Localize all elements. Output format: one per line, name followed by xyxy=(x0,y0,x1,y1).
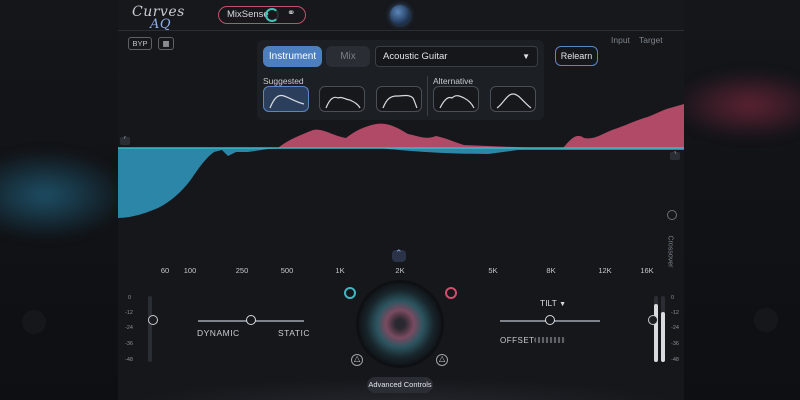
meter-scale-label: -24 xyxy=(125,325,133,331)
caret-down-icon: ▼ xyxy=(559,301,567,308)
tilt-select[interactable]: TILT ▼ xyxy=(540,298,566,308)
meter-fill xyxy=(654,304,658,362)
right-backdrop xyxy=(670,0,800,400)
boost-toggle-button[interactable] xyxy=(445,287,457,299)
meter-scale-label: -24 xyxy=(671,325,679,331)
tilt-label: TILT xyxy=(540,298,557,308)
input-gain-meter xyxy=(148,296,152,362)
profile-alternative-1[interactable] xyxy=(433,86,479,112)
freq-label: 5K xyxy=(488,266,498,275)
profile-curve-icon xyxy=(382,94,418,109)
profile-curve-icon xyxy=(496,93,532,109)
tab-mix[interactable]: Mix xyxy=(326,46,370,67)
cut-curve-area xyxy=(118,148,684,218)
freq-label: 250 xyxy=(235,266,249,275)
profile-curve-icon xyxy=(439,95,475,109)
expand-button[interactable]: ⌃ xyxy=(392,248,406,262)
dynamic-static-thumb[interactable] xyxy=(246,315,256,325)
left-backdrop xyxy=(0,0,130,400)
mixsense-knob[interactable] xyxy=(265,8,279,22)
freq-label: 12K xyxy=(598,266,612,275)
profile-alternative-2[interactable] xyxy=(490,86,536,112)
meter-scale-label: -48 xyxy=(125,357,133,363)
mixsense-toggle[interactable]: MixSense ⚭ xyxy=(218,6,306,24)
output-gain-meter xyxy=(654,296,658,362)
profile-suggested-1[interactable] xyxy=(263,86,309,112)
freq-label: 500 xyxy=(280,266,294,275)
profile-curve-icon xyxy=(269,94,305,109)
freq-label: 8K xyxy=(546,266,556,275)
globe-orb-icon[interactable] xyxy=(390,5,410,25)
mixsense-label: MixSense xyxy=(227,9,269,20)
app-logo: Curves AQ xyxy=(132,4,185,32)
logo-sub-text: AQ xyxy=(150,17,172,32)
backdrop-knob xyxy=(754,308,778,332)
offset-label: OFFSET xyxy=(500,336,535,345)
profile-curve-icon xyxy=(325,96,361,109)
static-label: STATIC xyxy=(278,328,310,338)
tilt-thumb[interactable] xyxy=(545,315,555,325)
relearn-button[interactable]: Relearn xyxy=(555,46,598,66)
advanced-controls-button[interactable]: Advanced Controls xyxy=(367,377,433,393)
instrument-panel: Instrument Mix Acoustic Guitar ▼ Suggest… xyxy=(257,40,544,120)
panel-divider xyxy=(427,76,428,116)
left-backdrop-glow xyxy=(0,150,130,240)
instrument-select[interactable]: Acoustic Guitar ▼ xyxy=(375,46,538,67)
chevron-up-icon: ⌃ xyxy=(395,248,403,258)
profile-suggested-3[interactable] xyxy=(376,86,422,112)
tab-instrument[interactable]: Instrument xyxy=(263,46,322,67)
low-shelf-handle[interactable]: ⌜ xyxy=(120,137,130,145)
meter-scale-label: -12 xyxy=(671,310,679,316)
freq-label: 100 xyxy=(183,266,197,275)
offset-control[interactable] xyxy=(534,337,566,343)
alternative-label: Alternative xyxy=(433,76,474,86)
caret-down-icon: ▼ xyxy=(522,52,530,61)
freq-label: 60 xyxy=(160,266,170,275)
suggested-label: Suggested xyxy=(263,76,304,86)
output-gain-meter-2 xyxy=(661,296,665,362)
output-gain-fader[interactable] xyxy=(648,315,658,325)
backdrop-knob xyxy=(22,310,46,334)
meter-scale-label: 0 xyxy=(671,295,675,301)
freq-label: 16K xyxy=(640,266,654,275)
meter-scale-label: -36 xyxy=(671,341,679,347)
instrument-select-value: Acoustic Guitar xyxy=(383,51,448,62)
target-label[interactable]: Target xyxy=(639,35,663,45)
cut-mode-button[interactable]: △ xyxy=(351,354,363,366)
meter-scale-label: -12 xyxy=(125,310,133,316)
curves-aq-plugin: Curves AQ MixSense ⚭ BYP ▦ Input Target … xyxy=(118,0,684,400)
dynamic-label: DYNAMIC xyxy=(197,328,240,338)
right-backdrop-glow xyxy=(670,70,800,140)
profile-suggested-2[interactable] xyxy=(319,86,365,112)
boost-mode-button[interactable]: △ xyxy=(436,354,448,366)
input-gain-fader[interactable] xyxy=(148,315,158,325)
eq-curve-display[interactable] xyxy=(118,100,684,250)
meter-scale-label: -36 xyxy=(125,341,133,347)
crossover-label: Crossover xyxy=(666,235,674,268)
compare-button[interactable]: ▦ xyxy=(158,37,174,50)
main-amount-knob[interactable] xyxy=(359,283,441,365)
freq-label: 1K xyxy=(335,266,345,275)
freq-label: 2K xyxy=(395,266,405,275)
high-shelf-handle[interactable]: ⌝ xyxy=(670,152,680,160)
crossover-toggle[interactable] xyxy=(667,210,677,220)
input-label[interactable]: Input xyxy=(611,35,630,45)
meter-fill xyxy=(661,312,665,362)
triangle-icon: △ xyxy=(439,354,446,363)
cut-toggle-button[interactable] xyxy=(344,287,356,299)
top-bar: Curves AQ MixSense ⚭ xyxy=(118,0,684,32)
meter-scale-label: -48 xyxy=(671,357,679,363)
headphones-icon[interactable]: ⚭ xyxy=(287,8,295,19)
bypass-button[interactable]: BYP xyxy=(128,37,152,50)
triangle-icon: △ xyxy=(354,354,361,363)
meter-scale-label: 0 xyxy=(128,295,132,301)
